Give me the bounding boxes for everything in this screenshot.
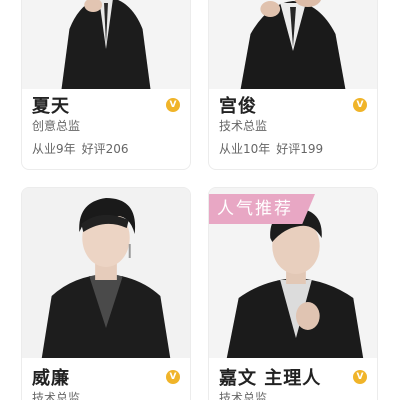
designer-stats: 从业10年 好评199 — [219, 140, 367, 157]
designer-name: 威廉 — [32, 368, 70, 389]
designer-card[interactable]: 人气推荐 嘉文 主理人 V 技术总监 — [208, 187, 378, 400]
designer-info: 嘉文 主理人 V 技术总监 — [219, 366, 367, 400]
designer-title: 技术总监 — [219, 119, 268, 133]
review-count: 好评206 — [81, 142, 129, 156]
designer-photo — [22, 188, 190, 358]
designer-name: 嘉文 主理人 — [219, 368, 322, 389]
experience-years: 从业10年 — [219, 142, 271, 156]
designer-title: 技术总监 — [32, 391, 81, 400]
designer-title: 创意总监 — [32, 119, 81, 133]
designer-info: 夏天 V 创意总监 从业9年 好评206 — [32, 94, 180, 157]
verified-icon: V — [353, 370, 367, 384]
review-count: 好评199 — [276, 142, 324, 156]
verified-icon: V — [166, 370, 180, 384]
designer-info: 宫俊 V 技术总监 从业10年 好评199 — [219, 94, 367, 157]
designer-photo: 人气推荐 — [209, 188, 377, 358]
designer-name: 夏天 — [32, 96, 70, 117]
designer-card[interactable]: 宫俊 V 技术总监 从业10年 好评199 — [208, 0, 378, 170]
designer-title: 技术总监 — [219, 391, 268, 400]
designer-photo — [209, 0, 377, 89]
popular-badge: 人气推荐 — [209, 194, 315, 224]
designer-card[interactable]: 夏天 V 创意总监 从业9年 好评206 — [21, 0, 191, 170]
experience-years: 从业9年 — [32, 142, 76, 156]
designer-photo — [22, 0, 190, 89]
designer-card[interactable]: 威廉 V 技术总监 — [21, 187, 191, 400]
verified-icon: V — [166, 98, 180, 112]
designer-info: 威廉 V 技术总监 — [32, 366, 180, 400]
designer-name: 宫俊 — [219, 96, 257, 117]
designer-stats: 从业9年 好评206 — [32, 140, 180, 157]
designer-grid: 夏天 V 创意总监 从业9年 好评206 宫俊 V 技术总监 从业10年 好评1… — [0, 0, 400, 400]
verified-icon: V — [353, 98, 367, 112]
